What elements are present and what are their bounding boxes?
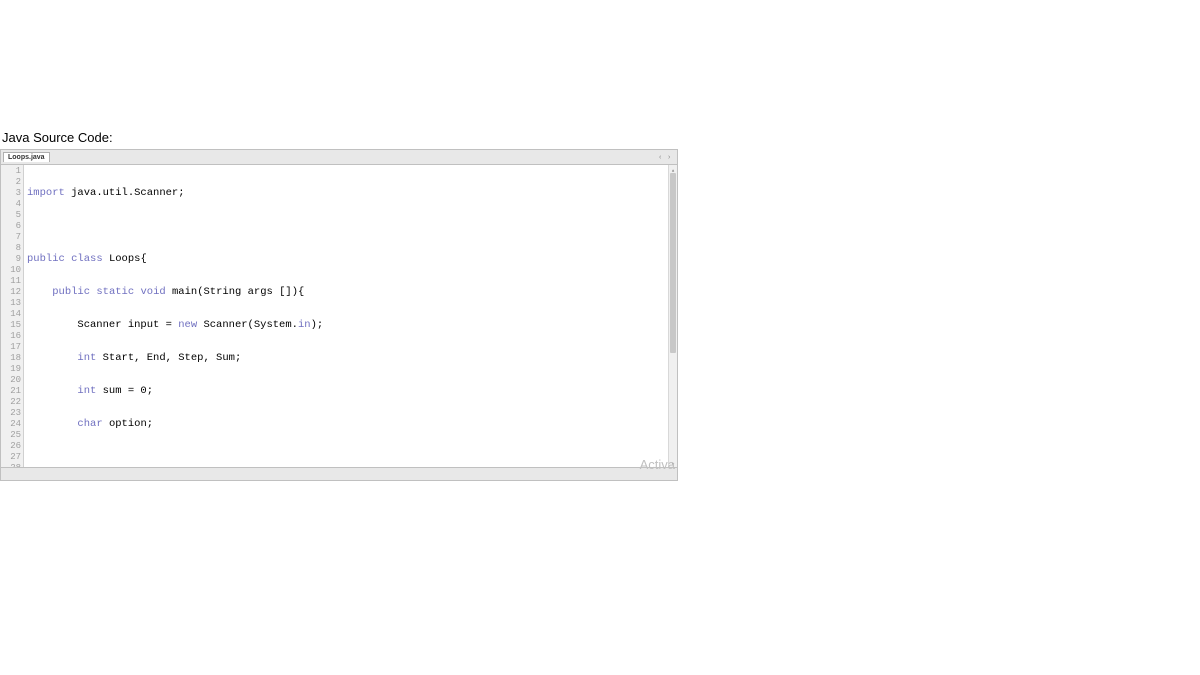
code-text: sum = 0; [96,385,153,397]
code-text: Start, End, Step, Sum; [96,352,241,364]
line-number: 25 [1,430,21,441]
keyword: class [71,253,103,265]
editor-window: Loops.java ‹ › 1 2 3 4 5 6 7 8 9 10 11 1… [0,149,678,481]
line-number: 8 [1,243,21,254]
line-number: 1 [1,166,21,177]
line-number: 26 [1,441,21,452]
line-number: 14 [1,309,21,320]
window-next-icon[interactable]: › [668,154,675,161]
tab-bar: Loops.java ‹ › [1,150,677,165]
code-text [27,352,77,364]
keyword: new [178,319,197,331]
code-text: Scanner(System. [197,319,298,331]
line-gutter: 1 2 3 4 5 6 7 8 9 10 11 12 13 14 15 16 1… [1,165,24,467]
line-number: 27 [1,452,21,463]
line-number: 9 [1,254,21,265]
code-line: int sum = 0; [27,386,668,397]
code-line: int Start, End, Step, Sum; [27,353,668,364]
scroll-thumb[interactable] [670,173,676,353]
line-number: 19 [1,364,21,375]
keyword: int [77,385,96,397]
line-number: 21 [1,386,21,397]
scroll-up-icon[interactable]: ▴ [669,165,677,173]
keyword: public [27,253,65,265]
keyword: import [27,187,65,199]
line-number: 11 [1,276,21,287]
code-line: public static void main(String args []){ [27,287,668,298]
line-number: 23 [1,408,21,419]
code-content[interactable]: import java.util.Scanner; public class L… [24,165,668,467]
code-text [27,385,77,397]
code-line: Scanner input = new Scanner(System.in); [27,320,668,331]
window-prev-icon[interactable]: ‹ [659,154,666,161]
scroll-down-icon[interactable]: ▾ [669,459,677,467]
keyword: static [96,286,134,298]
line-number: 18 [1,353,21,364]
code-text: ); [311,319,324,331]
line-number: 13 [1,298,21,309]
code-text: Loops{ [103,253,147,265]
line-number: 24 [1,419,21,430]
code-line [27,452,668,463]
line-number: 17 [1,342,21,353]
code-line: import java.util.Scanner; [27,188,668,199]
keyword: char [77,418,102,430]
line-number: 5 [1,210,21,221]
file-tab[interactable]: Loops.java [3,152,50,162]
keyword: public [52,286,90,298]
code-line [27,221,668,232]
page-title: Java Source Code: [2,130,1200,145]
line-number: 10 [1,265,21,276]
line-number: 3 [1,188,21,199]
status-bar [1,467,677,480]
code-area: 1 2 3 4 5 6 7 8 9 10 11 12 13 14 15 16 1… [1,165,677,467]
line-number: 22 [1,397,21,408]
line-number: 6 [1,221,21,232]
line-number: 16 [1,331,21,342]
code-text: option; [103,418,153,430]
line-number: 7 [1,232,21,243]
code-text: Scanner input = [27,319,178,331]
code-line: char option; [27,419,668,430]
line-number: 4 [1,199,21,210]
window-controls: ‹ › [659,154,675,161]
keyword: int [77,352,96,364]
code-text: main(String args []){ [166,286,305,298]
line-number: 2 [1,177,21,188]
code-text: java.util.Scanner; [65,187,185,199]
keyword: void [140,286,165,298]
code-text [27,418,77,430]
code-line: public class Loops{ [27,254,668,265]
line-number: 20 [1,375,21,386]
keyword: in [298,319,311,331]
line-number: 15 [1,320,21,331]
vertical-scrollbar[interactable]: ▴ ▾ [668,165,677,467]
line-number: 28 [1,463,21,467]
line-number: 12 [1,287,21,298]
